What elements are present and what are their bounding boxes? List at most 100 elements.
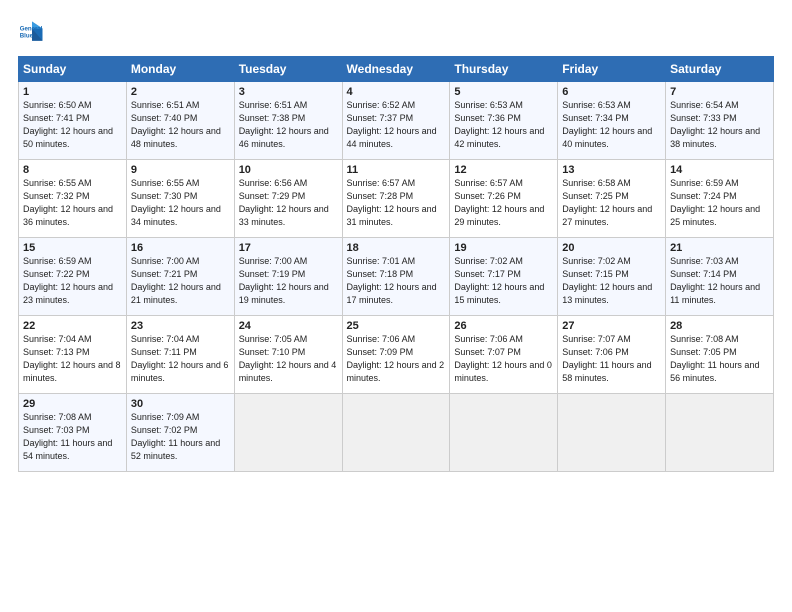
day-info: Sunrise: 6:51 AMSunset: 7:40 PMDaylight:… — [131, 100, 221, 149]
day-number: 25 — [347, 320, 446, 332]
calendar-cell: 7 Sunrise: 6:54 AMSunset: 7:33 PMDayligh… — [666, 82, 774, 160]
day-number: 19 — [454, 242, 553, 254]
header-saturday: Saturday — [666, 57, 774, 82]
day-info: Sunrise: 7:07 AMSunset: 7:06 PMDaylight:… — [562, 334, 651, 383]
day-number: 9 — [131, 164, 230, 176]
day-number: 10 — [239, 164, 338, 176]
day-info: Sunrise: 7:00 AMSunset: 7:21 PMDaylight:… — [131, 256, 221, 305]
header-friday: Friday — [558, 57, 666, 82]
day-number: 21 — [670, 242, 769, 254]
calendar-cell: 24 Sunrise: 7:05 AMSunset: 7:10 PMDaylig… — [234, 316, 342, 394]
day-number: 26 — [454, 320, 553, 332]
calendar-cell: 8 Sunrise: 6:55 AMSunset: 7:32 PMDayligh… — [19, 160, 127, 238]
day-info: Sunrise: 7:00 AMSunset: 7:19 PMDaylight:… — [239, 256, 329, 305]
calendar-cell: 23 Sunrise: 7:04 AMSunset: 7:11 PMDaylig… — [126, 316, 234, 394]
calendar-cell: 4 Sunrise: 6:52 AMSunset: 7:37 PMDayligh… — [342, 82, 450, 160]
day-info: Sunrise: 6:50 AMSunset: 7:41 PMDaylight:… — [23, 100, 113, 149]
calendar-cell: 13 Sunrise: 6:58 AMSunset: 7:25 PMDaylig… — [558, 160, 666, 238]
header-monday: Monday — [126, 57, 234, 82]
svg-text:Blue: Blue — [20, 32, 34, 39]
calendar-cell: 11 Sunrise: 6:57 AMSunset: 7:28 PMDaylig… — [342, 160, 450, 238]
calendar-cell: 27 Sunrise: 7:07 AMSunset: 7:06 PMDaylig… — [558, 316, 666, 394]
day-info: Sunrise: 7:05 AMSunset: 7:10 PMDaylight:… — [239, 334, 337, 383]
day-number: 3 — [239, 86, 338, 98]
calendar-cell — [450, 394, 558, 472]
day-info: Sunrise: 6:56 AMSunset: 7:29 PMDaylight:… — [239, 178, 329, 227]
calendar-cell — [666, 394, 774, 472]
calendar-cell: 1 Sunrise: 6:50 AMSunset: 7:41 PMDayligh… — [19, 82, 127, 160]
weekday-header-row: Sunday Monday Tuesday Wednesday Thursday… — [19, 57, 774, 82]
calendar-cell: 12 Sunrise: 6:57 AMSunset: 7:26 PMDaylig… — [450, 160, 558, 238]
day-info: Sunrise: 7:09 AMSunset: 7:02 PMDaylight:… — [131, 412, 220, 461]
day-info: Sunrise: 7:03 AMSunset: 7:14 PMDaylight:… — [670, 256, 760, 305]
day-number: 23 — [131, 320, 230, 332]
day-number: 24 — [239, 320, 338, 332]
day-info: Sunrise: 6:59 AMSunset: 7:22 PMDaylight:… — [23, 256, 113, 305]
calendar-cell: 21 Sunrise: 7:03 AMSunset: 7:14 PMDaylig… — [666, 238, 774, 316]
calendar-cell: 29 Sunrise: 7:08 AMSunset: 7:03 PMDaylig… — [19, 394, 127, 472]
header-thursday: Thursday — [450, 57, 558, 82]
day-number: 7 — [670, 86, 769, 98]
day-info: Sunrise: 6:58 AMSunset: 7:25 PMDaylight:… — [562, 178, 652, 227]
calendar-cell: 10 Sunrise: 6:56 AMSunset: 7:29 PMDaylig… — [234, 160, 342, 238]
day-number: 6 — [562, 86, 661, 98]
calendar-cell: 9 Sunrise: 6:55 AMSunset: 7:30 PMDayligh… — [126, 160, 234, 238]
week-row-4: 22 Sunrise: 7:04 AMSunset: 7:13 PMDaylig… — [19, 316, 774, 394]
week-row-5: 29 Sunrise: 7:08 AMSunset: 7:03 PMDaylig… — [19, 394, 774, 472]
calendar-cell: 15 Sunrise: 6:59 AMSunset: 7:22 PMDaylig… — [19, 238, 127, 316]
day-number: 18 — [347, 242, 446, 254]
calendar-cell: 25 Sunrise: 7:06 AMSunset: 7:09 PMDaylig… — [342, 316, 450, 394]
day-number: 22 — [23, 320, 122, 332]
day-number: 16 — [131, 242, 230, 254]
svg-text:General: General — [20, 25, 43, 32]
day-info: Sunrise: 7:01 AMSunset: 7:18 PMDaylight:… — [347, 256, 437, 305]
week-row-1: 1 Sunrise: 6:50 AMSunset: 7:41 PMDayligh… — [19, 82, 774, 160]
calendar-cell: 18 Sunrise: 7:01 AMSunset: 7:18 PMDaylig… — [342, 238, 450, 316]
calendar-cell — [234, 394, 342, 472]
calendar-cell: 17 Sunrise: 7:00 AMSunset: 7:19 PMDaylig… — [234, 238, 342, 316]
day-info: Sunrise: 6:55 AMSunset: 7:30 PMDaylight:… — [131, 178, 221, 227]
calendar-cell: 28 Sunrise: 7:08 AMSunset: 7:05 PMDaylig… — [666, 316, 774, 394]
header-wednesday: Wednesday — [342, 57, 450, 82]
day-number: 14 — [670, 164, 769, 176]
calendar-cell: 16 Sunrise: 7:00 AMSunset: 7:21 PMDaylig… — [126, 238, 234, 316]
calendar-cell — [342, 394, 450, 472]
day-info: Sunrise: 6:54 AMSunset: 7:33 PMDaylight:… — [670, 100, 760, 149]
day-info: Sunrise: 6:57 AMSunset: 7:28 PMDaylight:… — [347, 178, 437, 227]
week-row-2: 8 Sunrise: 6:55 AMSunset: 7:32 PMDayligh… — [19, 160, 774, 238]
header-tuesday: Tuesday — [234, 57, 342, 82]
day-number: 29 — [23, 398, 122, 410]
day-info: Sunrise: 7:08 AMSunset: 7:03 PMDaylight:… — [23, 412, 112, 461]
day-number: 28 — [670, 320, 769, 332]
day-info: Sunrise: 6:59 AMSunset: 7:24 PMDaylight:… — [670, 178, 760, 227]
day-number: 8 — [23, 164, 122, 176]
day-number: 11 — [347, 164, 446, 176]
calendar-cell: 26 Sunrise: 7:06 AMSunset: 7:07 PMDaylig… — [450, 316, 558, 394]
day-number: 30 — [131, 398, 230, 410]
calendar-cell: 20 Sunrise: 7:02 AMSunset: 7:15 PMDaylig… — [558, 238, 666, 316]
day-number: 20 — [562, 242, 661, 254]
calendar-table: Sunday Monday Tuesday Wednesday Thursday… — [18, 56, 774, 472]
day-number: 27 — [562, 320, 661, 332]
calendar-cell: 2 Sunrise: 6:51 AMSunset: 7:40 PMDayligh… — [126, 82, 234, 160]
calendar-cell: 19 Sunrise: 7:02 AMSunset: 7:17 PMDaylig… — [450, 238, 558, 316]
logo: General Blue — [18, 18, 50, 46]
day-number: 2 — [131, 86, 230, 98]
calendar-cell: 3 Sunrise: 6:51 AMSunset: 7:38 PMDayligh… — [234, 82, 342, 160]
day-info: Sunrise: 6:52 AMSunset: 7:37 PMDaylight:… — [347, 100, 437, 149]
week-row-3: 15 Sunrise: 6:59 AMSunset: 7:22 PMDaylig… — [19, 238, 774, 316]
page: General Blue Sunday Monday Tuesday Wedne… — [0, 0, 792, 612]
day-info: Sunrise: 7:02 AMSunset: 7:15 PMDaylight:… — [562, 256, 652, 305]
day-info: Sunrise: 6:57 AMSunset: 7:26 PMDaylight:… — [454, 178, 544, 227]
calendar-cell — [558, 394, 666, 472]
day-info: Sunrise: 7:06 AMSunset: 7:07 PMDaylight:… — [454, 334, 552, 383]
day-number: 15 — [23, 242, 122, 254]
header: General Blue — [18, 18, 774, 46]
day-info: Sunrise: 7:08 AMSunset: 7:05 PMDaylight:… — [670, 334, 759, 383]
day-info: Sunrise: 6:55 AMSunset: 7:32 PMDaylight:… — [23, 178, 113, 227]
day-info: Sunrise: 6:53 AMSunset: 7:36 PMDaylight:… — [454, 100, 544, 149]
day-info: Sunrise: 6:53 AMSunset: 7:34 PMDaylight:… — [562, 100, 652, 149]
day-info: Sunrise: 7:04 AMSunset: 7:11 PMDaylight:… — [131, 334, 229, 383]
calendar-cell: 30 Sunrise: 7:09 AMSunset: 7:02 PMDaylig… — [126, 394, 234, 472]
day-info: Sunrise: 6:51 AMSunset: 7:38 PMDaylight:… — [239, 100, 329, 149]
